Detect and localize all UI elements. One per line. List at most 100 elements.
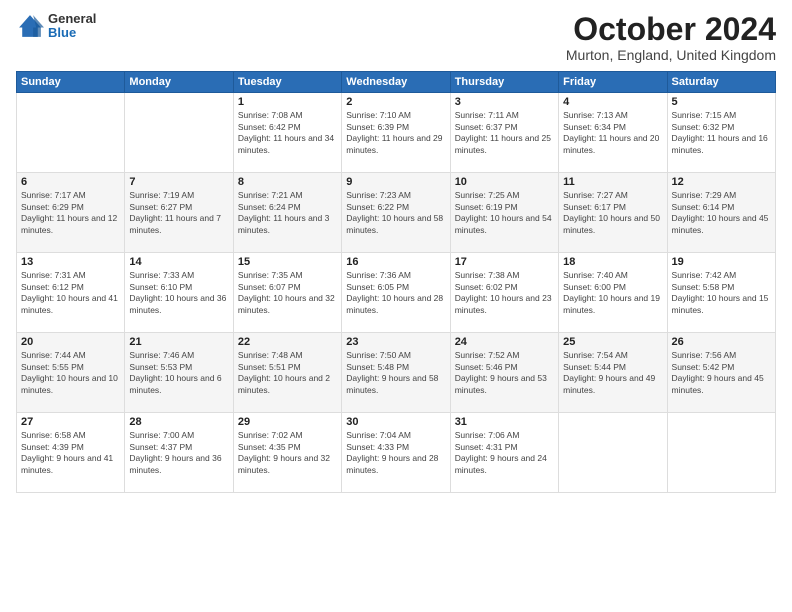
day-detail: Sunrise: 7:27 AMSunset: 6:17 PMDaylight:… bbox=[563, 190, 660, 234]
day-detail: Sunrise: 7:54 AMSunset: 5:44 PMDaylight:… bbox=[563, 350, 655, 394]
day-number: 16 bbox=[346, 256, 445, 268]
day-detail: Sunrise: 7:29 AMSunset: 6:14 PMDaylight:… bbox=[672, 190, 769, 234]
calendar-cell: 2 Sunrise: 7:10 AMSunset: 6:39 PMDayligh… bbox=[342, 93, 450, 173]
day-detail: Sunrise: 7:11 AMSunset: 6:37 PMDaylight:… bbox=[455, 110, 551, 154]
calendar-cell: 23 Sunrise: 7:50 AMSunset: 5:48 PMDaylig… bbox=[342, 333, 450, 413]
calendar-cell: 20 Sunrise: 7:44 AMSunset: 5:55 PMDaylig… bbox=[17, 333, 125, 413]
day-detail: Sunrise: 7:02 AMSunset: 4:35 PMDaylight:… bbox=[238, 430, 330, 474]
calendar-cell: 26 Sunrise: 7:56 AMSunset: 5:42 PMDaylig… bbox=[667, 333, 775, 413]
day-number: 28 bbox=[129, 416, 228, 428]
calendar-week-row: 6 Sunrise: 7:17 AMSunset: 6:29 PMDayligh… bbox=[17, 173, 776, 253]
calendar-cell bbox=[667, 413, 775, 493]
page: General Blue October 2024 Murton, Englan… bbox=[0, 0, 792, 612]
day-detail: Sunrise: 7:46 AMSunset: 5:53 PMDaylight:… bbox=[129, 350, 221, 394]
day-detail: Sunrise: 7:10 AMSunset: 6:39 PMDaylight:… bbox=[346, 110, 442, 154]
day-number: 17 bbox=[455, 256, 554, 268]
day-detail: Sunrise: 7:15 AMSunset: 6:32 PMDaylight:… bbox=[672, 110, 768, 154]
calendar-cell: 5 Sunrise: 7:15 AMSunset: 6:32 PMDayligh… bbox=[667, 93, 775, 173]
day-detail: Sunrise: 7:48 AMSunset: 5:51 PMDaylight:… bbox=[238, 350, 330, 394]
day-detail: Sunrise: 7:56 AMSunset: 5:42 PMDaylight:… bbox=[672, 350, 764, 394]
calendar-cell: 3 Sunrise: 7:11 AMSunset: 6:37 PMDayligh… bbox=[450, 93, 558, 173]
day-number: 31 bbox=[455, 416, 554, 428]
day-detail: Sunrise: 7:06 AMSunset: 4:31 PMDaylight:… bbox=[455, 430, 547, 474]
day-detail: Sunrise: 7:31 AMSunset: 6:12 PMDaylight:… bbox=[21, 270, 118, 314]
calendar-cell: 28 Sunrise: 7:00 AMSunset: 4:37 PMDaylig… bbox=[125, 413, 233, 493]
day-number: 19 bbox=[672, 256, 771, 268]
calendar-body: 1 Sunrise: 7:08 AMSunset: 6:42 PMDayligh… bbox=[17, 93, 776, 493]
calendar-cell: 16 Sunrise: 7:36 AMSunset: 6:05 PMDaylig… bbox=[342, 253, 450, 333]
calendar-cell: 11 Sunrise: 7:27 AMSunset: 6:17 PMDaylig… bbox=[559, 173, 667, 253]
day-detail: Sunrise: 7:17 AMSunset: 6:29 PMDaylight:… bbox=[21, 190, 117, 234]
logo-general-label: General bbox=[48, 12, 96, 26]
day-number: 11 bbox=[563, 176, 662, 188]
day-number: 20 bbox=[21, 336, 120, 348]
day-number: 10 bbox=[455, 176, 554, 188]
calendar-cell bbox=[559, 413, 667, 493]
day-number: 14 bbox=[129, 256, 228, 268]
day-number: 25 bbox=[563, 336, 662, 348]
calendar-week-row: 13 Sunrise: 7:31 AMSunset: 6:12 PMDaylig… bbox=[17, 253, 776, 333]
calendar-week-row: 1 Sunrise: 7:08 AMSunset: 6:42 PMDayligh… bbox=[17, 93, 776, 173]
header-wednesday: Wednesday bbox=[342, 72, 450, 93]
day-number: 15 bbox=[238, 256, 337, 268]
logo-text: General Blue bbox=[48, 12, 96, 41]
day-detail: Sunrise: 6:58 AMSunset: 4:39 PMDaylight:… bbox=[21, 430, 113, 474]
day-number: 6 bbox=[21, 176, 120, 188]
calendar-cell: 22 Sunrise: 7:48 AMSunset: 5:51 PMDaylig… bbox=[233, 333, 341, 413]
header-friday: Friday bbox=[559, 72, 667, 93]
calendar-cell: 4 Sunrise: 7:13 AMSunset: 6:34 PMDayligh… bbox=[559, 93, 667, 173]
calendar-cell: 17 Sunrise: 7:38 AMSunset: 6:02 PMDaylig… bbox=[450, 253, 558, 333]
header-monday: Monday bbox=[125, 72, 233, 93]
day-number: 1 bbox=[238, 96, 337, 108]
calendar-cell: 30 Sunrise: 7:04 AMSunset: 4:33 PMDaylig… bbox=[342, 413, 450, 493]
day-detail: Sunrise: 7:08 AMSunset: 6:42 PMDaylight:… bbox=[238, 110, 334, 154]
day-detail: Sunrise: 7:23 AMSunset: 6:22 PMDaylight:… bbox=[346, 190, 443, 234]
day-detail: Sunrise: 7:25 AMSunset: 6:19 PMDaylight:… bbox=[455, 190, 552, 234]
day-detail: Sunrise: 7:35 AMSunset: 6:07 PMDaylight:… bbox=[238, 270, 335, 314]
day-detail: Sunrise: 7:36 AMSunset: 6:05 PMDaylight:… bbox=[346, 270, 443, 314]
calendar-cell: 13 Sunrise: 7:31 AMSunset: 6:12 PMDaylig… bbox=[17, 253, 125, 333]
calendar-cell: 14 Sunrise: 7:33 AMSunset: 6:10 PMDaylig… bbox=[125, 253, 233, 333]
day-number: 29 bbox=[238, 416, 337, 428]
calendar-cell: 27 Sunrise: 6:58 AMSunset: 4:39 PMDaylig… bbox=[17, 413, 125, 493]
day-number: 5 bbox=[672, 96, 771, 108]
day-detail: Sunrise: 7:33 AMSunset: 6:10 PMDaylight:… bbox=[129, 270, 226, 314]
calendar-cell: 9 Sunrise: 7:23 AMSunset: 6:22 PMDayligh… bbox=[342, 173, 450, 253]
calendar-cell: 25 Sunrise: 7:54 AMSunset: 5:44 PMDaylig… bbox=[559, 333, 667, 413]
day-number: 27 bbox=[21, 416, 120, 428]
header-sunday: Sunday bbox=[17, 72, 125, 93]
day-number: 30 bbox=[346, 416, 445, 428]
title-area: October 2024 Murton, England, United Kin… bbox=[566, 12, 776, 63]
day-number: 13 bbox=[21, 256, 120, 268]
calendar-cell: 18 Sunrise: 7:40 AMSunset: 6:00 PMDaylig… bbox=[559, 253, 667, 333]
day-detail: Sunrise: 7:42 AMSunset: 5:58 PMDaylight:… bbox=[672, 270, 769, 314]
day-number: 24 bbox=[455, 336, 554, 348]
day-detail: Sunrise: 7:04 AMSunset: 4:33 PMDaylight:… bbox=[346, 430, 438, 474]
day-number: 18 bbox=[563, 256, 662, 268]
day-number: 12 bbox=[672, 176, 771, 188]
calendar-cell: 15 Sunrise: 7:35 AMSunset: 6:07 PMDaylig… bbox=[233, 253, 341, 333]
logo-blue-label: Blue bbox=[48, 26, 96, 40]
calendar-cell: 21 Sunrise: 7:46 AMSunset: 5:53 PMDaylig… bbox=[125, 333, 233, 413]
day-detail: Sunrise: 7:38 AMSunset: 6:02 PMDaylight:… bbox=[455, 270, 552, 314]
day-detail: Sunrise: 7:50 AMSunset: 5:48 PMDaylight:… bbox=[346, 350, 438, 394]
logo-icon bbox=[16, 12, 44, 40]
calendar-cell: 7 Sunrise: 7:19 AMSunset: 6:27 PMDayligh… bbox=[125, 173, 233, 253]
calendar-cell: 29 Sunrise: 7:02 AMSunset: 4:35 PMDaylig… bbox=[233, 413, 341, 493]
calendar-cell: 19 Sunrise: 7:42 AMSunset: 5:58 PMDaylig… bbox=[667, 253, 775, 333]
calendar-cell: 12 Sunrise: 7:29 AMSunset: 6:14 PMDaylig… bbox=[667, 173, 775, 253]
calendar-cell: 10 Sunrise: 7:25 AMSunset: 6:19 PMDaylig… bbox=[450, 173, 558, 253]
day-detail: Sunrise: 7:52 AMSunset: 5:46 PMDaylight:… bbox=[455, 350, 547, 394]
day-header-row: Sunday Monday Tuesday Wednesday Thursday… bbox=[17, 72, 776, 93]
day-number: 7 bbox=[129, 176, 228, 188]
calendar-cell: 24 Sunrise: 7:52 AMSunset: 5:46 PMDaylig… bbox=[450, 333, 558, 413]
day-number: 3 bbox=[455, 96, 554, 108]
calendar-week-row: 27 Sunrise: 6:58 AMSunset: 4:39 PMDaylig… bbox=[17, 413, 776, 493]
header-saturday: Saturday bbox=[667, 72, 775, 93]
day-detail: Sunrise: 7:00 AMSunset: 4:37 PMDaylight:… bbox=[129, 430, 221, 474]
day-number: 23 bbox=[346, 336, 445, 348]
day-detail: Sunrise: 7:13 AMSunset: 6:34 PMDaylight:… bbox=[563, 110, 659, 154]
calendar-table: Sunday Monday Tuesday Wednesday Thursday… bbox=[16, 71, 776, 493]
calendar-header: Sunday Monday Tuesday Wednesday Thursday… bbox=[17, 72, 776, 93]
calendar-week-row: 20 Sunrise: 7:44 AMSunset: 5:55 PMDaylig… bbox=[17, 333, 776, 413]
